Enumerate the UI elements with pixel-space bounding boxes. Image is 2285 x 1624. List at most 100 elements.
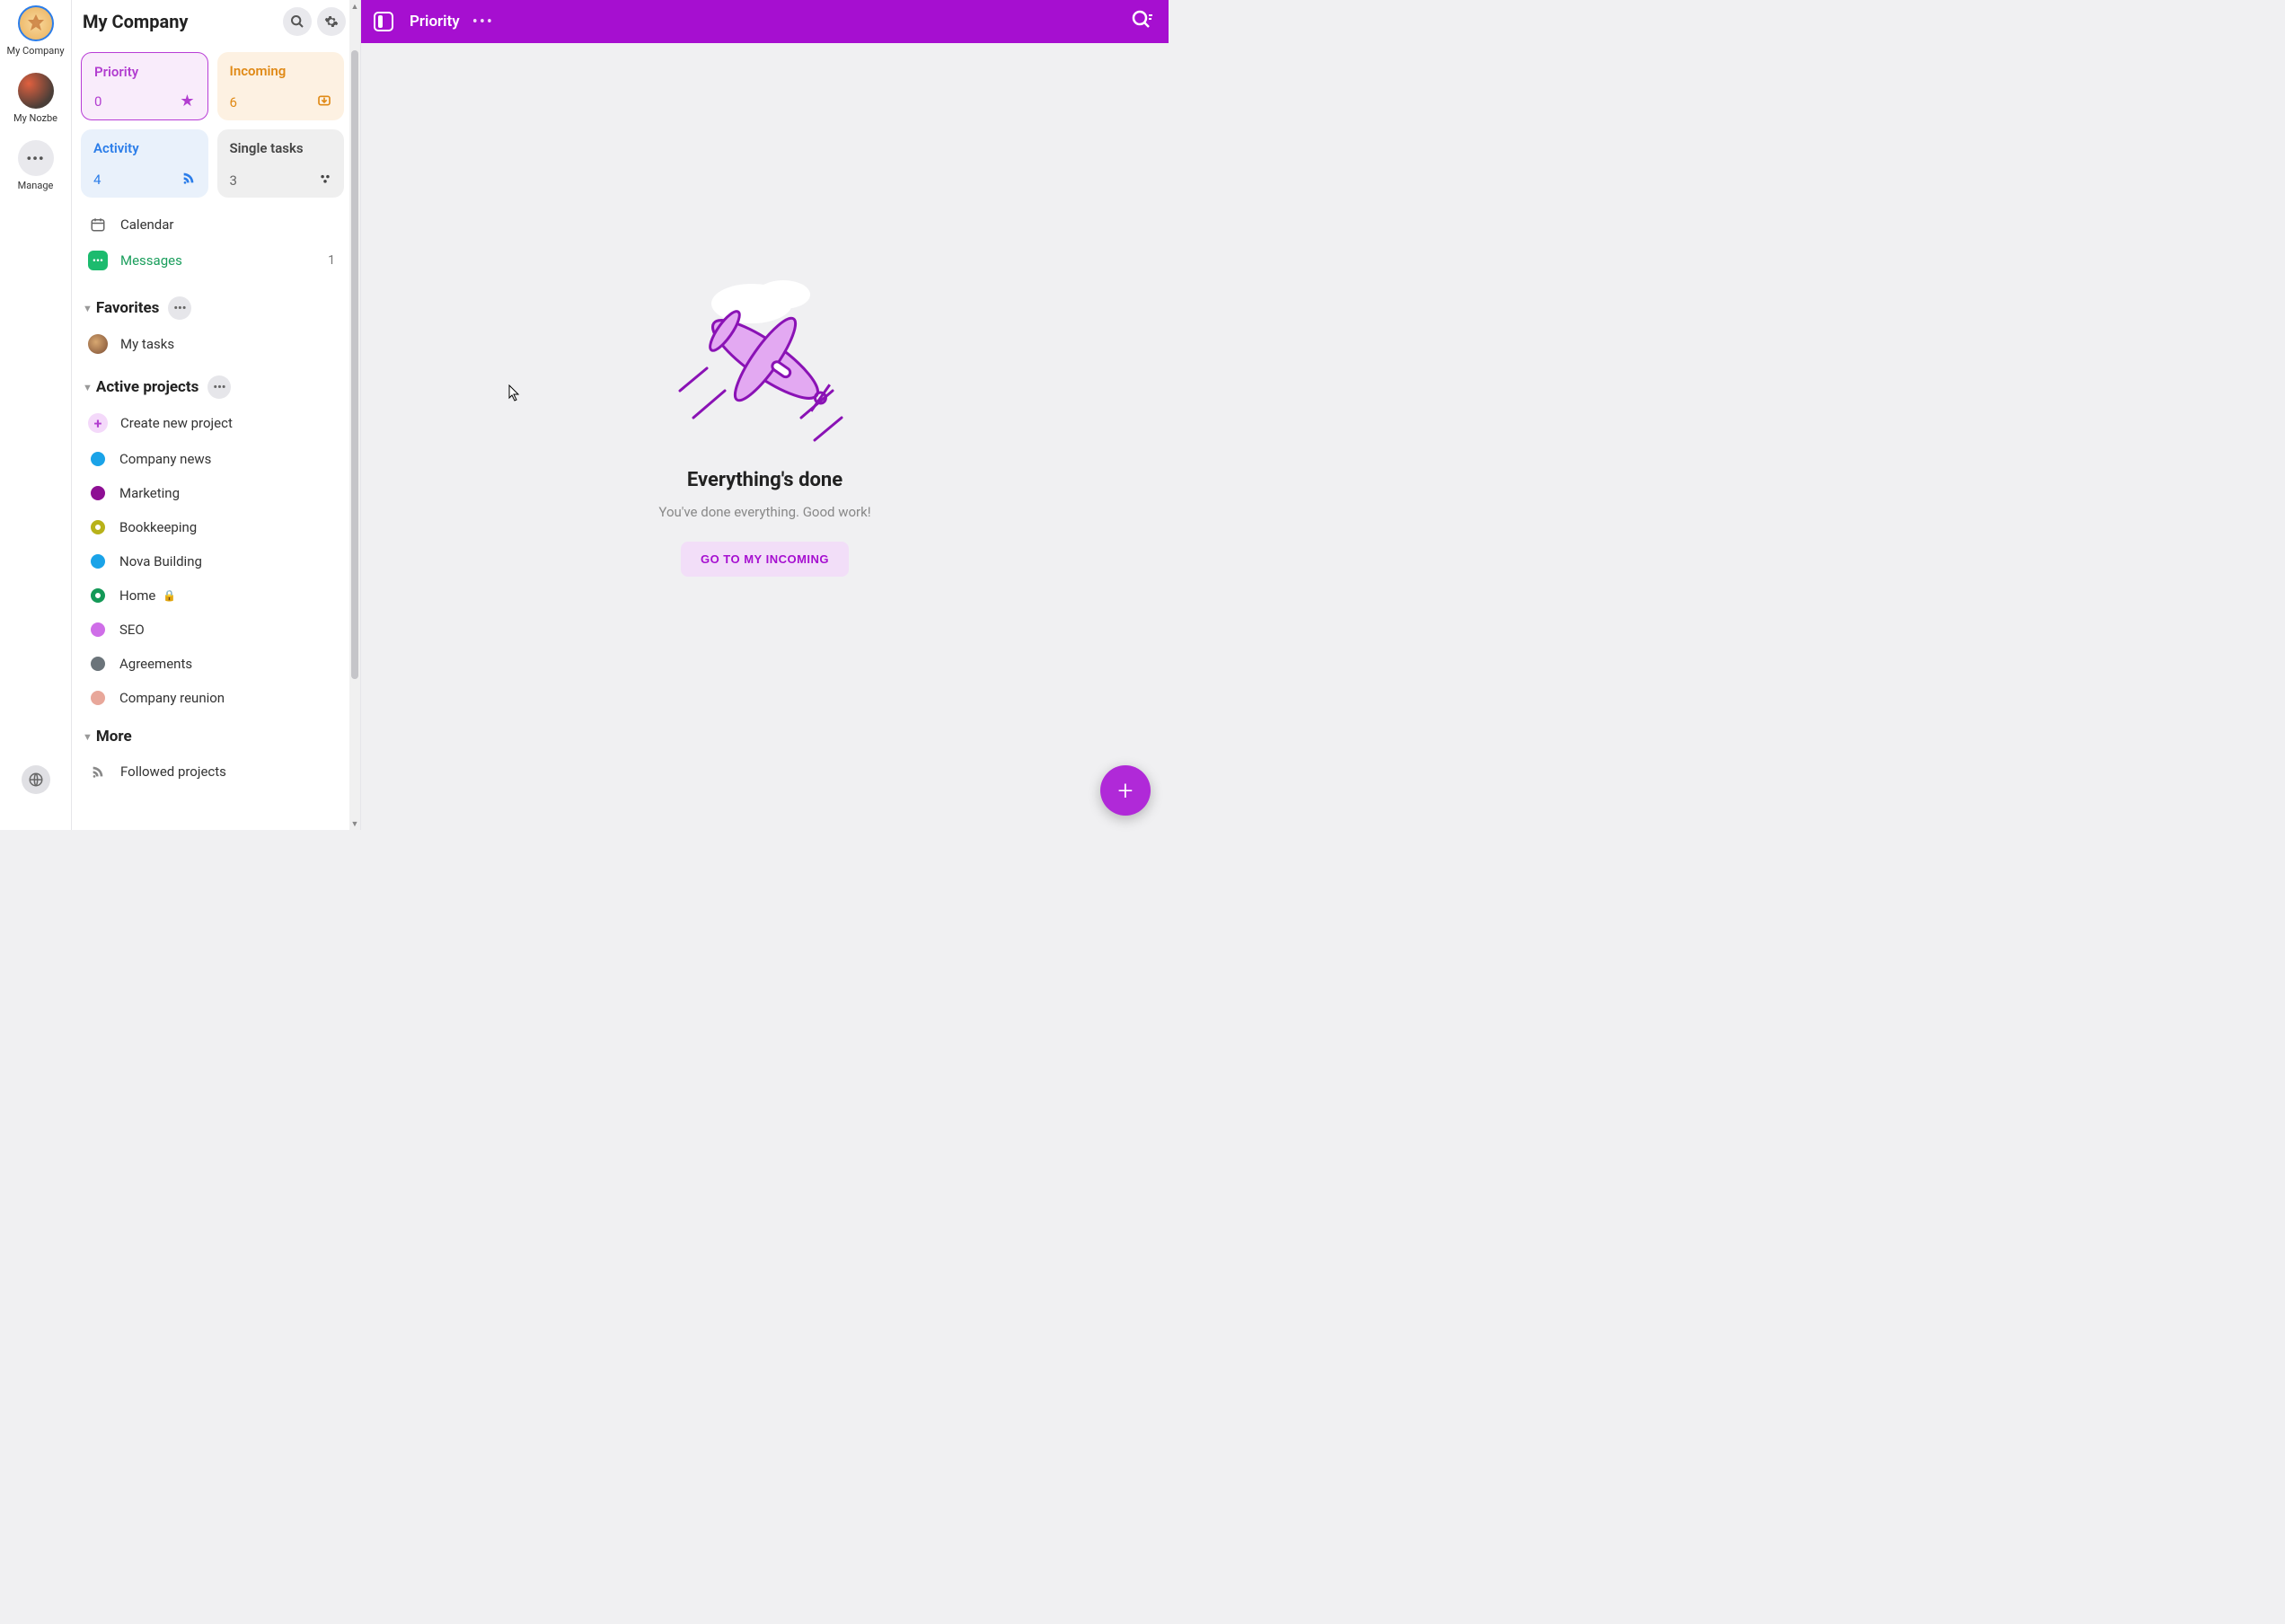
workspace-label: My Company <box>6 45 64 57</box>
sidebar-item-label: Messages <box>120 252 182 269</box>
project-color-dot <box>91 554 105 569</box>
rss-icon <box>181 171 196 189</box>
rail-bottom <box>22 765 50 794</box>
sidebar-item-label: Calendar <box>120 216 174 233</box>
project-label: Marketing <box>119 485 180 501</box>
empty-state: Everything's done You've done everything… <box>361 43 1169 830</box>
toggle-sidebar-icon[interactable] <box>374 12 393 31</box>
sidebar-item-label: Followed projects <box>120 763 226 780</box>
view-title: Priority <box>410 13 460 31</box>
airplane-illustration <box>666 260 864 449</box>
rss-icon <box>88 762 108 781</box>
project-label: Company reunion <box>119 690 225 706</box>
go-to-incoming-button[interactable]: GO TO MY INCOMING <box>681 542 849 577</box>
tile-count: 6 <box>230 94 237 110</box>
tile-title: Single tasks <box>230 140 332 156</box>
create-project-button[interactable]: + Create new project <box>72 404 360 442</box>
calendar-icon <box>88 215 108 234</box>
workspace-manage[interactable]: ••• Manage <box>0 140 71 191</box>
star-icon: ★ <box>180 92 194 110</box>
tile-count: 3 <box>230 172 237 189</box>
sidebar-scrollbar[interactable]: ▲ ▼ <box>349 0 360 830</box>
workspace-label: Manage <box>18 180 54 191</box>
add-task-fab[interactable]: + <box>1100 765 1151 816</box>
messages-count: 1 <box>328 253 335 268</box>
section-active-projects[interactable]: ▼ Active projects ••• <box>72 363 360 404</box>
tile-title: Incoming <box>230 63 332 79</box>
chevron-down-icon: ▼ <box>83 303 93 314</box>
empty-title: Everything's done <box>687 469 843 491</box>
project-color-dot <box>91 588 105 603</box>
section-label: Active projects <box>96 378 199 396</box>
project-label: Agreements <box>119 656 192 672</box>
topbar: Priority ••• <box>361 0 1169 43</box>
sidebar: My Company Priority 0 ★ Incoming 6 <box>72 0 361 830</box>
section-more[interactable]: ▼ More <box>72 715 360 751</box>
chevron-down-icon: ▼ <box>83 731 93 743</box>
favorite-my-tasks[interactable]: My tasks <box>72 325 360 363</box>
workspace-rail: My Company My Nozbe ••• Manage <box>0 0 72 830</box>
create-project-label: Create new project <box>120 415 233 431</box>
project-color-dot <box>91 520 105 534</box>
search-filter-icon[interactable] <box>1131 9 1152 34</box>
tile-incoming[interactable]: Incoming 6 <box>217 52 345 120</box>
sidebar-title: My Company <box>83 11 278 32</box>
tile-count: 4 <box>93 172 101 188</box>
project-item[interactable]: Company news <box>72 442 360 476</box>
project-item[interactable]: Nova Building <box>72 544 360 578</box>
project-label: Nova Building <box>119 553 202 569</box>
empty-subtext: You've done everything. Good work! <box>658 504 870 520</box>
messages-icon: ••• <box>88 251 108 270</box>
tile-count: 0 <box>94 93 101 110</box>
tile-priority[interactable]: Priority 0 ★ <box>81 52 208 120</box>
sidebar-item-calendar[interactable]: Calendar <box>72 207 360 243</box>
sidebar-item-messages[interactable]: ••• Messages 1 <box>72 243 360 278</box>
avatar-icon <box>88 334 108 354</box>
project-color-dot <box>91 622 105 637</box>
project-color-dot <box>91 691 105 705</box>
project-label: SEO <box>119 622 145 638</box>
project-item[interactable]: Home 🔒 <box>72 578 360 613</box>
project-item[interactable]: Marketing <box>72 476 360 510</box>
section-label: More <box>96 728 132 746</box>
settings-button[interactable] <box>317 7 346 36</box>
globe-button[interactable] <box>22 765 50 794</box>
summary-tiles: Priority 0 ★ Incoming 6 Activity 4 <box>72 43 360 201</box>
workspace-my-nozbe[interactable]: My Nozbe <box>0 73 71 124</box>
view-more-button[interactable]: ••• <box>472 13 494 31</box>
project-color-dot <box>91 486 105 500</box>
section-more-button[interactable]: ••• <box>207 375 231 399</box>
lock-icon: 🔒 <box>163 589 176 602</box>
project-color-dot <box>91 657 105 671</box>
workspace-my-company[interactable]: My Company <box>0 5 71 57</box>
sidebar-header: My Company <box>72 0 360 43</box>
workspace-avatar-nozbe <box>18 73 54 109</box>
sidebar-list: Calendar ••• Messages 1 <box>72 201 360 284</box>
project-item[interactable]: SEO <box>72 613 360 647</box>
project-label: Company news <box>119 451 211 467</box>
plus-icon: + <box>88 413 108 433</box>
project-color-dot <box>91 452 105 466</box>
workspace-avatar-company <box>18 5 54 41</box>
chevron-down-icon: ▼ <box>83 382 93 393</box>
tile-title: Priority <box>94 64 195 80</box>
search-button[interactable] <box>283 7 312 36</box>
project-item[interactable]: Bookkeeping <box>72 510 360 544</box>
dots-icon <box>319 172 331 189</box>
sidebar-item-followed-projects[interactable]: Followed projects <box>72 751 360 781</box>
tile-activity[interactable]: Activity 4 <box>81 129 208 198</box>
section-label: Favorites <box>96 299 160 317</box>
project-label: Bookkeeping <box>119 519 197 535</box>
tile-title: Activity <box>93 140 196 156</box>
section-more-button[interactable]: ••• <box>168 296 191 320</box>
favorite-label: My tasks <box>120 336 174 352</box>
scrollbar-thumb[interactable] <box>351 50 358 679</box>
project-item[interactable]: Agreements <box>72 647 360 681</box>
scroll-up-arrow[interactable]: ▲ <box>349 0 360 13</box>
project-item[interactable]: Company reunion <box>72 681 360 715</box>
section-favorites[interactable]: ▼ Favorites ••• <box>72 284 360 325</box>
workspace-label: My Nozbe <box>13 112 57 124</box>
tile-single-tasks[interactable]: Single tasks 3 <box>217 129 345 198</box>
scroll-down-arrow[interactable]: ▼ <box>349 817 360 830</box>
project-label: Home <box>119 587 155 604</box>
